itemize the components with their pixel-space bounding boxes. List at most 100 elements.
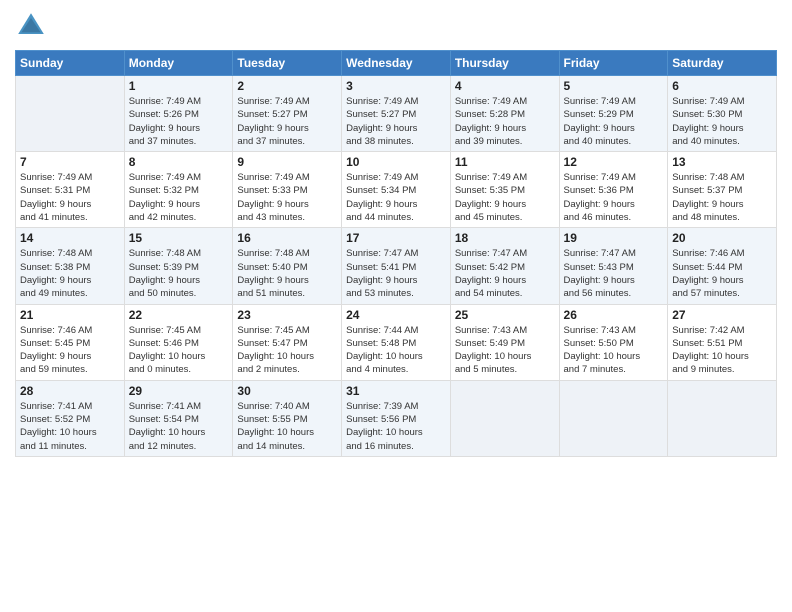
calendar-cell: 8 Sunrise: 7:49 AM Sunset: 5:32 PM Daylig…	[124, 152, 233, 228]
day-number: 31	[346, 384, 446, 398]
calendar-week-row: 7 Sunrise: 7:49 AM Sunset: 5:31 PM Daylig…	[16, 152, 777, 228]
day-info: Sunrise: 7:48 AM Sunset: 5:39 PM Dayligh…	[129, 247, 229, 300]
day-number: 12	[564, 155, 664, 169]
day-number: 16	[237, 231, 337, 245]
day-info: Sunrise: 7:43 AM Sunset: 5:49 PM Dayligh…	[455, 324, 555, 377]
day-number: 7	[20, 155, 120, 169]
calendar-cell: 10 Sunrise: 7:49 AM Sunset: 5:34 PM Dayli…	[342, 152, 451, 228]
day-info: Sunrise: 7:46 AM Sunset: 5:44 PM Dayligh…	[672, 247, 772, 300]
calendar-cell: 25Sunrise: 7:43 AM Sunset: 5:49 PM Dayli…	[450, 304, 559, 380]
calendar-week-row: 1 Sunrise: 7:49 AM Sunset: 5:26 PM Daylig…	[16, 76, 777, 152]
day-number: 17	[346, 231, 446, 245]
day-info: Sunrise: 7:47 AM Sunset: 5:42 PM Dayligh…	[455, 247, 555, 300]
day-info: Sunrise: 7:44 AM Sunset: 5:48 PM Dayligh…	[346, 324, 446, 377]
calendar-cell: 4 Sunrise: 7:49 AM Sunset: 5:28 PM Daylig…	[450, 76, 559, 152]
day-info: Sunrise: 7:45 AM Sunset: 5:46 PM Dayligh…	[129, 324, 229, 377]
day-number: 30	[237, 384, 337, 398]
calendar-cell	[16, 76, 125, 152]
calendar-cell	[668, 380, 777, 456]
logo	[15, 10, 51, 42]
day-number: 10	[346, 155, 446, 169]
day-number: 26	[564, 308, 664, 322]
calendar-week-row: 28 Sunrise: 7:41 AM Sunset: 5:52 PM Dayli…	[16, 380, 777, 456]
calendar-cell: 3Sunrise: 7:49 AM Sunset: 5:27 PM Daylig…	[342, 76, 451, 152]
day-info: Sunrise: 7:47 AM Sunset: 5:43 PM Dayligh…	[564, 247, 664, 300]
day-info: Sunrise: 7:49 AM Sunset: 5:31 PM Dayligh…	[20, 171, 120, 224]
day-info: Sunrise: 7:43 AM Sunset: 5:50 PM Dayligh…	[564, 324, 664, 377]
day-info: Sunrise: 7:48 AM Sunset: 5:38 PM Dayligh…	[20, 247, 120, 300]
calendar-cell: 19 Sunrise: 7:47 AM Sunset: 5:43 PM Dayli…	[559, 228, 668, 304]
day-number: 27	[672, 308, 772, 322]
day-number: 18	[455, 231, 555, 245]
col-header-tuesday: Tuesday	[233, 51, 342, 76]
day-info: Sunrise: 7:49 AM Sunset: 5:26 PM Dayligh…	[129, 95, 229, 148]
day-number: 15	[129, 231, 229, 245]
day-info: Sunrise: 7:49 AM Sunset: 5:27 PM Dayligh…	[237, 95, 337, 148]
day-number: 6	[672, 79, 772, 93]
day-number: 22	[129, 308, 229, 322]
day-info: Sunrise: 7:49 AM Sunset: 5:34 PM Dayligh…	[346, 171, 446, 224]
day-number: 4	[455, 79, 555, 93]
calendar-cell	[450, 380, 559, 456]
day-number: 13	[672, 155, 772, 169]
col-header-thursday: Thursday	[450, 51, 559, 76]
calendar-cell: 29 Sunrise: 7:41 AM Sunset: 5:54 PM Dayli…	[124, 380, 233, 456]
day-number: 8	[129, 155, 229, 169]
day-info: Sunrise: 7:48 AM Sunset: 5:37 PM Dayligh…	[672, 171, 772, 224]
calendar-cell: 1 Sunrise: 7:49 AM Sunset: 5:26 PM Daylig…	[124, 76, 233, 152]
calendar-header-row: SundayMondayTuesdayWednesdayThursdayFrid…	[16, 51, 777, 76]
day-number: 29	[129, 384, 229, 398]
day-info: Sunrise: 7:47 AM Sunset: 5:41 PM Dayligh…	[346, 247, 446, 300]
calendar-cell: 11Sunrise: 7:49 AM Sunset: 5:35 PM Dayli…	[450, 152, 559, 228]
calendar-cell: 22 Sunrise: 7:45 AM Sunset: 5:46 PM Dayli…	[124, 304, 233, 380]
calendar-cell: 17 Sunrise: 7:47 AM Sunset: 5:41 PM Dayli…	[342, 228, 451, 304]
day-info: Sunrise: 7:49 AM Sunset: 5:28 PM Dayligh…	[455, 95, 555, 148]
calendar-cell: 21Sunrise: 7:46 AM Sunset: 5:45 PM Dayli…	[16, 304, 125, 380]
day-info: Sunrise: 7:41 AM Sunset: 5:54 PM Dayligh…	[129, 400, 229, 453]
day-number: 19	[564, 231, 664, 245]
col-header-saturday: Saturday	[668, 51, 777, 76]
calendar-cell: 5Sunrise: 7:49 AM Sunset: 5:29 PM Daylig…	[559, 76, 668, 152]
calendar-cell: 26 Sunrise: 7:43 AM Sunset: 5:50 PM Dayli…	[559, 304, 668, 380]
calendar-cell: 18 Sunrise: 7:47 AM Sunset: 5:42 PM Dayli…	[450, 228, 559, 304]
calendar-cell: 13 Sunrise: 7:48 AM Sunset: 5:37 PM Dayli…	[668, 152, 777, 228]
col-header-monday: Monday	[124, 51, 233, 76]
day-number: 1	[129, 79, 229, 93]
calendar-week-row: 21Sunrise: 7:46 AM Sunset: 5:45 PM Dayli…	[16, 304, 777, 380]
logo-icon	[15, 10, 47, 42]
header	[15, 10, 777, 42]
day-number: 21	[20, 308, 120, 322]
day-info: Sunrise: 7:49 AM Sunset: 5:32 PM Dayligh…	[129, 171, 229, 224]
calendar-cell: 28 Sunrise: 7:41 AM Sunset: 5:52 PM Dayli…	[16, 380, 125, 456]
calendar: SundayMondayTuesdayWednesdayThursdayFrid…	[15, 50, 777, 457]
calendar-cell: 31 Sunrise: 7:39 AM Sunset: 5:56 PM Dayli…	[342, 380, 451, 456]
day-info: Sunrise: 7:39 AM Sunset: 5:56 PM Dayligh…	[346, 400, 446, 453]
calendar-cell: 9Sunrise: 7:49 AM Sunset: 5:33 PM Daylig…	[233, 152, 342, 228]
calendar-cell: 12 Sunrise: 7:49 AM Sunset: 5:36 PM Dayli…	[559, 152, 668, 228]
calendar-cell	[559, 380, 668, 456]
day-info: Sunrise: 7:42 AM Sunset: 5:51 PM Dayligh…	[672, 324, 772, 377]
calendar-cell: 20 Sunrise: 7:46 AM Sunset: 5:44 PM Dayli…	[668, 228, 777, 304]
day-info: Sunrise: 7:48 AM Sunset: 5:40 PM Dayligh…	[237, 247, 337, 300]
calendar-cell: 23 Sunrise: 7:45 AM Sunset: 5:47 PM Dayli…	[233, 304, 342, 380]
day-number: 14	[20, 231, 120, 245]
day-number: 11	[455, 155, 555, 169]
day-number: 23	[237, 308, 337, 322]
calendar-cell: 24Sunrise: 7:44 AM Sunset: 5:48 PM Dayli…	[342, 304, 451, 380]
day-info: Sunrise: 7:45 AM Sunset: 5:47 PM Dayligh…	[237, 324, 337, 377]
day-info: Sunrise: 7:40 AM Sunset: 5:55 PM Dayligh…	[237, 400, 337, 453]
day-number: 2	[237, 79, 337, 93]
day-number: 28	[20, 384, 120, 398]
calendar-cell: 15 Sunrise: 7:48 AM Sunset: 5:39 PM Dayli…	[124, 228, 233, 304]
day-info: Sunrise: 7:41 AM Sunset: 5:52 PM Dayligh…	[20, 400, 120, 453]
day-number: 20	[672, 231, 772, 245]
page: SundayMondayTuesdayWednesdayThursdayFrid…	[0, 0, 792, 612]
day-number: 3	[346, 79, 446, 93]
calendar-cell: 27 Sunrise: 7:42 AM Sunset: 5:51 PM Dayli…	[668, 304, 777, 380]
calendar-cell: 16 Sunrise: 7:48 AM Sunset: 5:40 PM Dayli…	[233, 228, 342, 304]
calendar-cell: 2 Sunrise: 7:49 AM Sunset: 5:27 PM Daylig…	[233, 76, 342, 152]
day-info: Sunrise: 7:49 AM Sunset: 5:33 PM Dayligh…	[237, 171, 337, 224]
col-header-sunday: Sunday	[16, 51, 125, 76]
calendar-cell: 7 Sunrise: 7:49 AM Sunset: 5:31 PM Daylig…	[16, 152, 125, 228]
day-info: Sunrise: 7:49 AM Sunset: 5:36 PM Dayligh…	[564, 171, 664, 224]
